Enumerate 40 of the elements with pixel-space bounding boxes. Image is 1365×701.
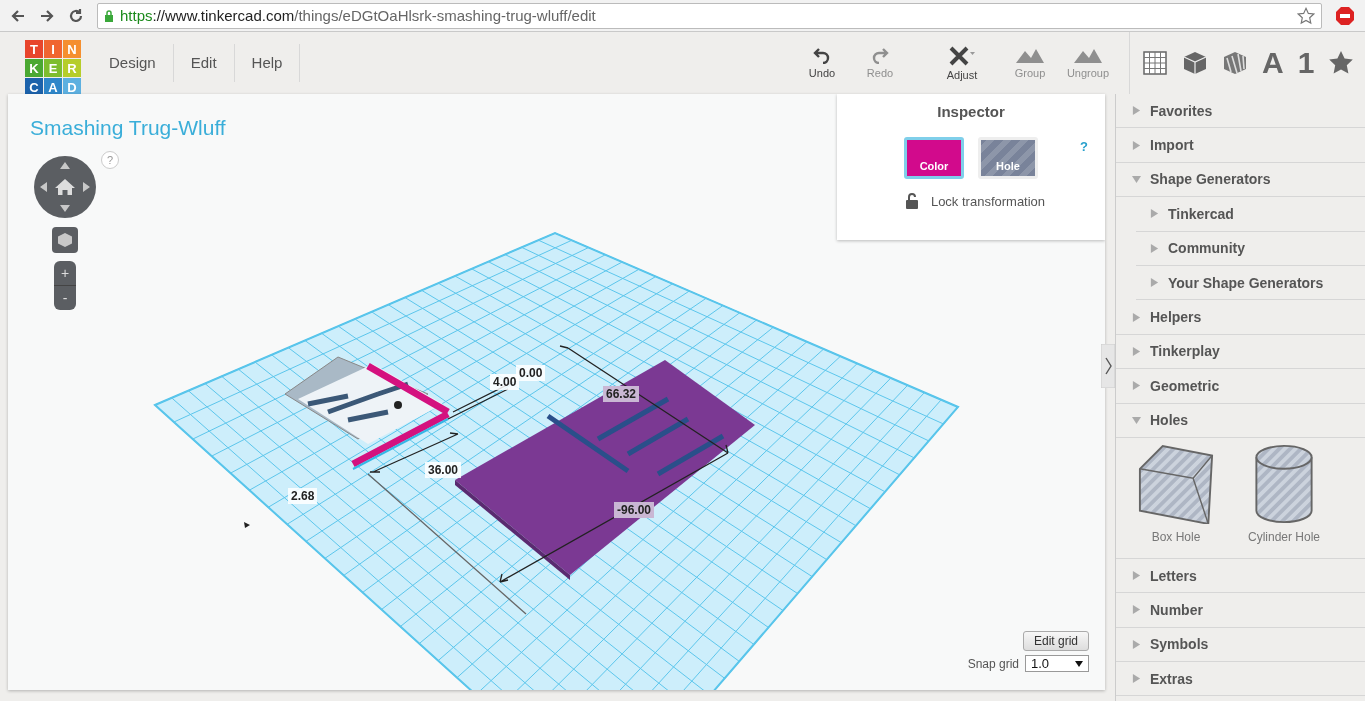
menu-item[interactable]: Help [234,44,301,82]
edit-grid-button[interactable]: Edit grid [1022,631,1089,651]
workplane-canvas[interactable]: 4.00 0.00 66.32 36.00 2.68 -96.00 Smashing Trug-Wluff + - ? Inspector Color Hole ? Lock transformation Edit grid Snap grid 1.0 [8,94,1105,690]
category-tab[interactable]: 1 [1297,48,1315,78]
sidebar-category[interactable]: Tinkerplay [1116,334,1365,370]
toolbar-button[interactable]: Adjust [933,45,991,81]
lock-transformation-label[interactable]: Lock transformation [930,193,1046,209]
inspector-title: Inspector [937,103,1005,120]
dimension-label[interactable]: 36.00 [425,462,462,478]
category-tab[interactable]: A [1262,48,1284,78]
menu-item[interactable]: Design [92,44,174,82]
sidebar-category[interactable]: Number [1116,593,1365,628]
sidebar-subcategory[interactable]: Tinkercad [1136,197,1365,232]
zoom-out-button[interactable]: - [54,285,76,310]
sidebar-category[interactable]: Symbols [1116,627,1365,663]
snap-grid-select[interactable]: 1.0 [1025,655,1089,672]
address-bar[interactable]: https://www.tinkercad.com/things/eDGtOaHlsrk-smashing-trug-wluff/edit [97,2,1322,29]
sidebar-subcategory[interactable]: Your Shape Generators [1136,265,1365,301]
sidebar-subcategory[interactable]: Community [1136,231,1365,266]
tinkercad-logo[interactable]: T I N K E R C A D [25,40,81,96]
sidebar-category[interactable]: Import [1116,128,1365,163]
dimension-label[interactable]: 66.32 [603,386,640,402]
sidebar-category[interactable]: Holes [1116,403,1365,438]
shape-label: Cylinder Hole [1248,529,1321,544]
menu-item[interactable]: Edit [173,44,235,82]
snap-grid-label: Snap grid [967,656,1019,671]
sidebar-category[interactable]: Extras [1116,662,1365,697]
dimension-label[interactable]: -96.00 [614,502,655,518]
sidebar-category[interactable]: Letters [1116,558,1365,594]
color-hole-option[interactable]: Color [904,137,964,179]
zoom-in-button[interactable]: + [54,261,76,285]
dimension-label[interactable]: 2.68 [288,488,318,504]
sidebar-category[interactable]: Geometric [1116,369,1365,404]
sidebar-category[interactable]: Favorites [1116,94,1365,129]
dimension-label[interactable]: 0.00 [516,365,546,381]
dimension-label[interactable]: 4.00 [490,374,520,390]
sidebar-category[interactable]: Helpers [1116,300,1365,335]
toolbar-button[interactable]: Undo [793,45,851,81]
sidebar-category[interactable]: Shape Generators [1116,162,1365,198]
shape-label: Box Hole [1151,529,1201,544]
